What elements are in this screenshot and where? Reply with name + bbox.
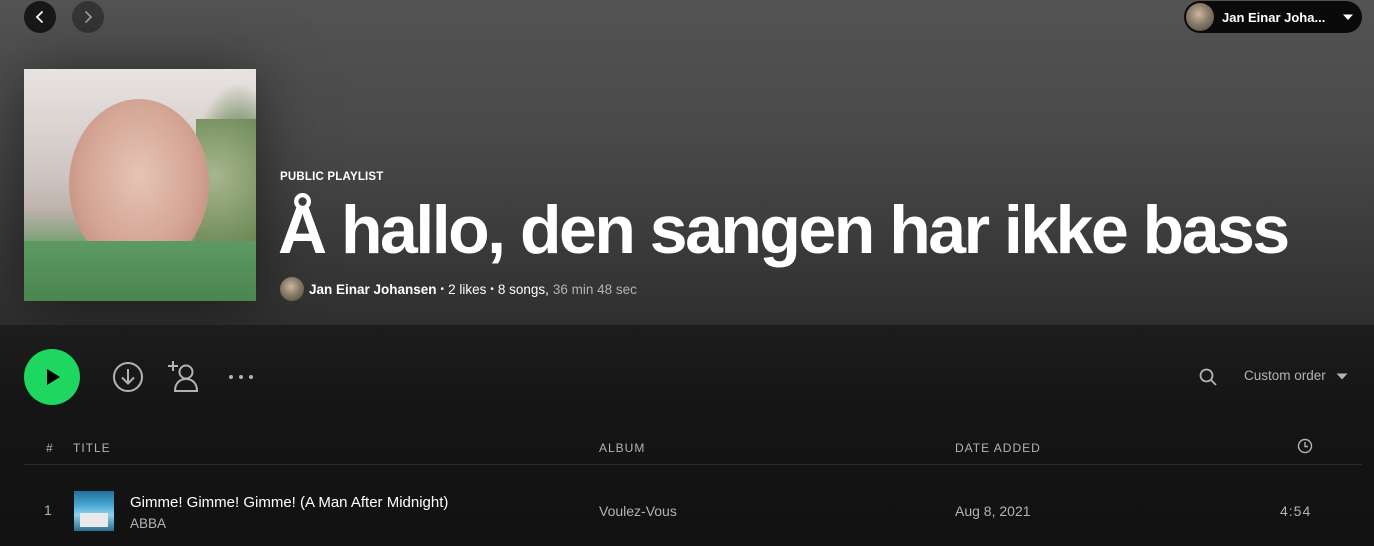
separator-dot: • <box>440 283 445 295</box>
playlist-meta: Jan Einar Johansen • 2 likes • 8 songs, … <box>280 277 637 301</box>
download-button[interactable] <box>112 361 144 393</box>
track-album[interactable]: Voulez-Vous <box>599 503 677 519</box>
more-horizontal-icon <box>229 375 253 379</box>
playlist-title[interactable]: Å hallo, den sangen har ikke bass <box>278 190 1290 270</box>
user-name: Jan Einar Joha... <box>1222 9 1326 25</box>
songs-count: 8 songs, <box>497 281 549 297</box>
download-icon <box>113 362 143 392</box>
likes-count: 2 likes <box>448 281 487 297</box>
column-album[interactable]: ALBUM <box>599 441 645 455</box>
separator-dot: • <box>490 283 494 295</box>
more-options-button[interactable] <box>226 367 256 387</box>
owner-avatar <box>280 277 304 301</box>
caret-down-icon <box>1336 373 1348 379</box>
album-thumbnail <box>74 491 114 531</box>
track-title[interactable]: Gimme! Gimme! Gimme! (A Man After Midnig… <box>130 494 448 511</box>
playlist-duration: 36 min 48 sec <box>552 281 637 297</box>
back-button[interactable] <box>24 1 56 33</box>
column-duration[interactable] <box>1297 438 1313 457</box>
playlist-cover-image[interactable] <box>24 69 256 301</box>
search-in-playlist-button[interactable] <box>1196 365 1220 389</box>
track-duration: 4:54 <box>1280 503 1312 519</box>
play-button[interactable] <box>24 349 80 405</box>
sort-order-label: Custom order <box>1244 368 1326 383</box>
play-icon <box>47 369 60 385</box>
action-bar: Custom order # TITLE ALBUM DATE ADDED 1 … <box>0 325 1374 546</box>
chevron-left-icon <box>35 10 44 24</box>
clock-icon <box>1297 438 1313 454</box>
track-date-added: Aug 8, 2021 <box>955 503 1031 519</box>
forward-button[interactable] <box>72 1 104 33</box>
track-artist[interactable]: ABBA <box>130 516 166 531</box>
chevron-right-icon <box>84 10 93 24</box>
column-date-added[interactable]: DATE ADDED <box>955 441 1041 455</box>
column-title[interactable]: TITLE <box>73 441 111 455</box>
user-avatar <box>1186 3 1214 31</box>
search-icon <box>1199 368 1217 386</box>
user-menu-button[interactable]: Jan Einar Joha... <box>1184 1 1362 33</box>
track-number: 1 <box>44 502 52 518</box>
add-user-icon <box>168 361 199 392</box>
table-row[interactable]: 1 Gimme! Gimme! Gimme! (A Man After Midn… <box>24 481 1362 537</box>
sort-order-dropdown[interactable]: Custom order <box>1244 368 1348 383</box>
track-table-header: # TITLE ALBUM DATE ADDED <box>24 429 1362 465</box>
caret-down-icon <box>1343 14 1353 20</box>
follow-user-button[interactable] <box>166 359 202 393</box>
owner-link[interactable]: Jan Einar Johansen <box>309 282 437 297</box>
playlist-type-label: PUBLIC PLAYLIST <box>280 171 384 183</box>
playlist-header: Jan Einar Joha... PUBLIC PLAYLIST Å hall… <box>0 0 1374 325</box>
column-number: # <box>46 441 54 455</box>
